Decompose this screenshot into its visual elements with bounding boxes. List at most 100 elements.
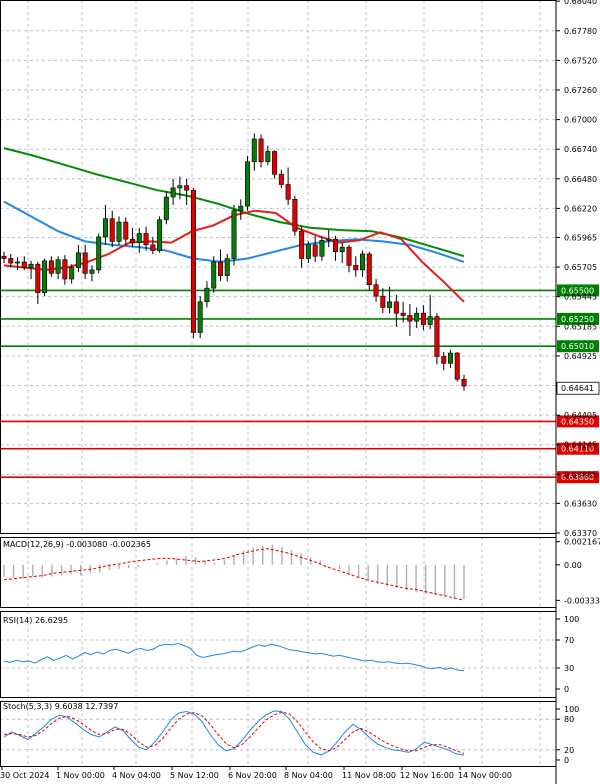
chart-axes: 0.68040 0.67780 0.67520 0.67260 0.67000 0.667… — [0, 0, 600, 784]
candle-body — [143, 233, 149, 246]
candle-body — [231, 210, 237, 259]
candle-body — [170, 187, 176, 198]
candle-body — [441, 356, 447, 364]
stoch-tick-label: 20 — [564, 746, 574, 755]
horizontal-levels: 0.655000.652500.650100.643500.641100.638… — [0, 284, 599, 484]
candle-body — [42, 260, 48, 293]
level-tag-text: 0.65010 — [561, 342, 594, 351]
price-tick-label: 0.68040 — [564, 0, 597, 6]
candle-body — [272, 151, 278, 175]
candle-body — [150, 244, 156, 251]
stoch-signal-line — [3, 711, 465, 754]
candle-body — [258, 138, 264, 163]
candle-body — [102, 218, 108, 238]
candle-body — [75, 252, 81, 268]
candlesticks — [1, 133, 467, 391]
candle-body — [197, 301, 203, 333]
candle-body — [393, 301, 399, 314]
candle-body — [360, 253, 366, 271]
candle-body — [28, 263, 34, 268]
forex-chart[interactable]: 0.655000.652500.650100.643500.641100.638… — [0, 0, 600, 784]
rsi-tick-label: 100 — [564, 615, 579, 624]
time-tick-label: 11 Nov 08:00 — [342, 771, 396, 780]
price-tick-label: 0.67260 — [564, 86, 597, 95]
macd-tick-label: -0.00333 — [564, 596, 600, 605]
candle-body — [163, 196, 169, 221]
price-tick-label: 0.65965 — [564, 233, 597, 242]
price-tick-label: 0.66480 — [564, 175, 597, 184]
price-tick-label: 0.67520 — [564, 56, 597, 65]
candle-body — [319, 240, 325, 257]
price-tick-label: 0.67000 — [564, 116, 597, 125]
candle-body — [400, 312, 406, 316]
candle-body — [190, 189, 196, 333]
price-tick-label: 0.66740 — [564, 145, 597, 154]
candle-body — [21, 261, 27, 268]
rsi-label: RSI(14) 26.6295 — [3, 616, 68, 625]
candle-body — [434, 316, 440, 357]
candle-body — [136, 233, 142, 243]
candle-body — [69, 267, 75, 280]
candle-body — [157, 219, 163, 251]
candle-body — [299, 230, 305, 259]
candle-body — [245, 161, 251, 207]
time-tick-label: 8 Nov 04:00 — [284, 771, 333, 780]
candle-body — [184, 185, 190, 191]
candle-body — [285, 184, 291, 200]
candle-body — [366, 253, 372, 286]
candle-body — [305, 244, 311, 259]
candle-body — [420, 312, 426, 325]
rsi-line — [3, 642, 465, 672]
price-tick-label: 0.64925 — [564, 352, 597, 361]
time-tick-label: 1 Nov 00:00 — [56, 771, 105, 780]
stoch-tick-label: 80 — [564, 715, 574, 724]
candle-body — [461, 378, 467, 387]
candle-body — [8, 258, 14, 264]
rsi-tick-label: 0 — [564, 685, 569, 694]
rsi-tick-label: 30 — [564, 664, 574, 673]
candle-body — [130, 238, 136, 243]
candle-body — [332, 238, 338, 252]
candle-body — [35, 263, 41, 293]
candle-body — [414, 312, 420, 322]
candle-body — [116, 221, 122, 242]
time-tick-label: 14 Nov 00:00 — [458, 771, 512, 780]
candle-body — [353, 265, 359, 271]
candle-body — [312, 244, 318, 257]
candle-body — [89, 269, 95, 274]
candle-body — [217, 261, 223, 276]
candle-body — [346, 246, 352, 266]
macd-tick-label: 0.002167 — [564, 538, 600, 547]
candle-body — [177, 185, 183, 189]
price-tick-label: 0.63630 — [564, 499, 597, 508]
rsi-pane — [0, 639, 556, 672]
stoch-tick-label: 100 — [564, 705, 579, 714]
candle-body — [373, 284, 379, 297]
time-tick-label: 5 Nov 12:00 — [170, 771, 219, 780]
price-tick-label: 0.64405 — [564, 411, 597, 420]
chart-grid — [0, 0, 556, 766]
candle-body — [1, 255, 7, 259]
macd-pane — [3, 544, 465, 601]
candle-body — [62, 259, 68, 280]
time-tick-label: 30 Oct 2024 — [0, 771, 49, 780]
stoch-tick-label: 0 — [564, 756, 569, 765]
macd-tick-label: 0.00 — [564, 561, 582, 570]
candle-body — [224, 258, 230, 276]
price-tick-label: 0.65445 — [564, 293, 597, 302]
stoch-main-line — [3, 710, 465, 756]
rsi-tick-label: 70 — [564, 636, 574, 645]
candle-body — [238, 205, 244, 211]
candle-body — [447, 352, 453, 364]
time-tick-label: 6 Nov 20:00 — [228, 771, 277, 780]
candle-body — [251, 138, 257, 163]
candle-body — [109, 218, 115, 242]
stoch-pane — [0, 710, 556, 756]
candle-body — [387, 301, 393, 308]
candle-body — [265, 151, 271, 163]
time-tick-label: 12 Nov 16:00 — [400, 771, 454, 780]
price-tick-label: 0.63885 — [564, 470, 597, 479]
candle-body — [82, 252, 88, 274]
candle-body — [326, 238, 332, 241]
candle-body — [407, 315, 413, 322]
